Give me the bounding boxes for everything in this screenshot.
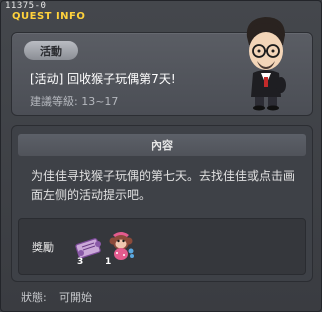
quest-content-panel: 內容 为佳佳寻找猴子玩偶的第七天。去找佳佳或点击画面左侧的活动提示吧。 獎勵 3	[11, 125, 313, 282]
status-value: 可開始	[59, 291, 92, 304]
status-label: 狀態:	[21, 291, 47, 304]
quest-info-window: 11375-0 QUEST INFO 活動 [活动] 回收猴子玩偶第7天! 建議…	[0, 0, 322, 312]
reward-count: 3	[77, 257, 84, 267]
reward-label: 獎勵	[32, 241, 54, 254]
quest-id: 11375-0	[5, 1, 47, 11]
quest-name: [活动] 回收猴子玩偶第7天!	[30, 72, 176, 86]
recommended-level: 建議等級: 13~17	[30, 95, 119, 108]
reward-box: 獎勵 3 1	[18, 218, 306, 275]
content-header: 內容	[18, 134, 306, 156]
npc-portrait-icon	[246, 17, 286, 111]
quest-type-badge: 活動	[24, 41, 78, 60]
window-title: QUEST INFO	[12, 11, 86, 22]
quest-description: 为佳佳寻找猴子玩偶的第七天。去找佳佳或点击画面左侧的活动提示吧。	[31, 169, 296, 202]
reward-count: 1	[105, 257, 112, 267]
